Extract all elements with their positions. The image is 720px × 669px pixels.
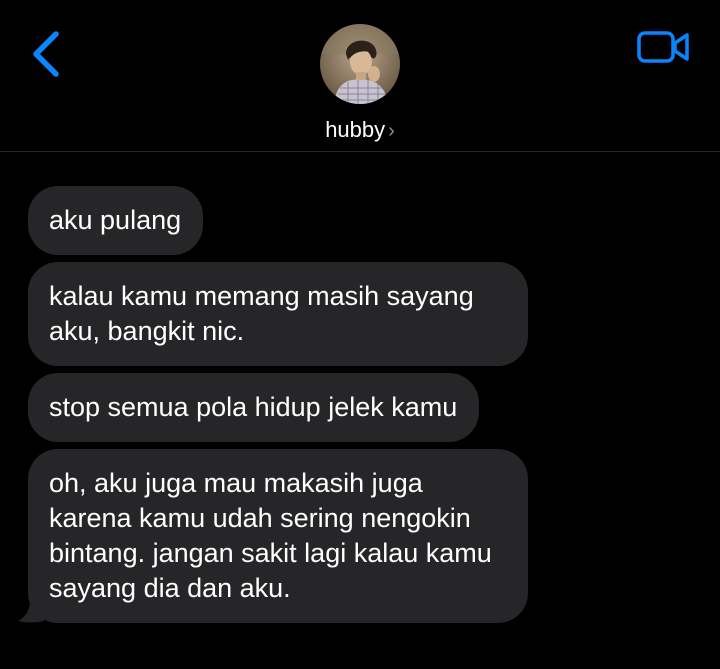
facetime-video-button[interactable] (636, 30, 692, 64)
message-thread: aku pulang kalau kamu memang masih sayan… (18, 186, 628, 630)
message-bubble-incoming[interactable]: kalau kamu memang masih sayang aku, bang… (28, 262, 528, 366)
chevron-left-icon (33, 31, 59, 77)
message-text: aku pulang (49, 205, 182, 235)
contact-name: hubby (325, 117, 386, 142)
conversation-header: hubby › (0, 0, 720, 152)
message-text: stop semua pola hidup jelek kamu (49, 392, 458, 422)
bubble-tail (18, 601, 44, 623)
contact-name-button[interactable]: hubby › (0, 116, 720, 145)
message-text: kalau kamu memang masih sayang aku, bang… (49, 281, 474, 346)
contact-avatar[interactable] (320, 24, 400, 104)
message-bubble-incoming[interactable]: aku pulang (28, 186, 204, 255)
video-camera-icon (637, 31, 689, 63)
avatar-photo (320, 24, 400, 104)
back-button[interactable] (24, 26, 68, 82)
message-bubble-incoming[interactable]: oh, aku juga mau makasih juga karena kam… (18, 449, 528, 623)
message-bubble-incoming[interactable]: stop semua pola hidup jelek kamu (28, 373, 480, 442)
message-text: oh, aku juga mau makasih juga karena kam… (49, 468, 492, 603)
chevron-right-icon: › (388, 120, 395, 142)
